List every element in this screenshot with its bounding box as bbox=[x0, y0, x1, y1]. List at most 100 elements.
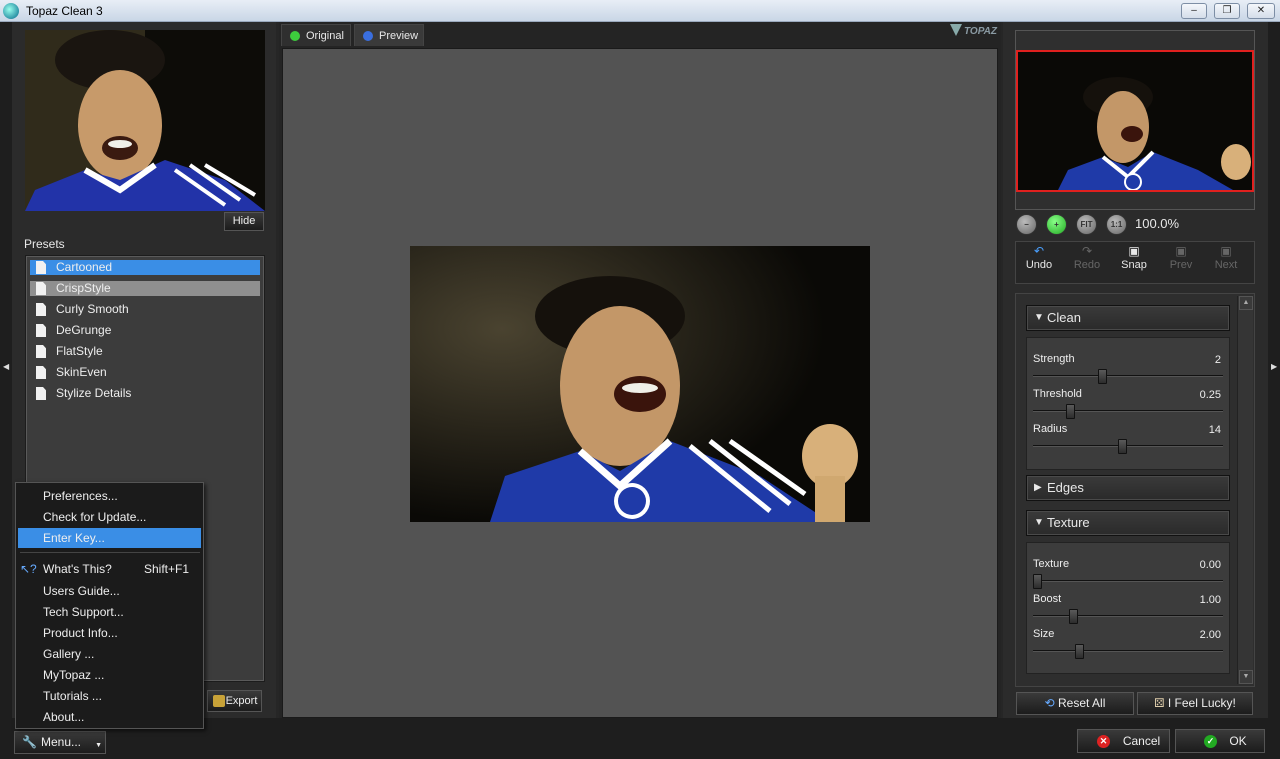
strength-value: 2 bbox=[1214, 354, 1221, 366]
blue-dot-icon bbox=[363, 31, 373, 41]
menu-item-tutorials[interactable]: Tutorials ... bbox=[18, 686, 201, 706]
texture-section: Texture 0.00 Boost 1.00 Size 2.00 bbox=[1026, 542, 1230, 674]
document-icon bbox=[36, 261, 46, 274]
strength-label: Strength bbox=[1033, 353, 1075, 365]
green-dot-icon bbox=[290, 31, 300, 41]
presets-label: Presets bbox=[24, 237, 65, 251]
menu-item-product-info[interactable]: Product Info... bbox=[18, 623, 201, 643]
radius-label: Radius bbox=[1033, 423, 1068, 435]
reset-all-button[interactable]: ⟲ Reset All bbox=[1016, 692, 1134, 715]
menu-item-about[interactable]: About... bbox=[18, 707, 201, 727]
ok-button[interactable]: ✓ OK bbox=[1175, 729, 1265, 753]
preset-item[interactable]: Stylize Details bbox=[30, 386, 260, 401]
clean-section-header[interactable]: ▼ Clean bbox=[1026, 305, 1230, 331]
texture-track[interactable] bbox=[1033, 580, 1223, 582]
next-button[interactable]: ▣ Next bbox=[1206, 245, 1246, 271]
menu-item-enter-key[interactable]: Enter Key... bbox=[18, 528, 201, 548]
document-icon bbox=[36, 387, 46, 400]
preset-item[interactable]: Cartooned bbox=[30, 260, 260, 275]
scroll-up-icon[interactable]: ▲ bbox=[1239, 296, 1253, 310]
prev-icon: ▣ bbox=[1175, 244, 1187, 258]
tab-original[interactable]: Original bbox=[281, 24, 351, 46]
threshold-value: 0.25 bbox=[1199, 389, 1221, 401]
document-icon bbox=[36, 324, 46, 337]
zoom-fit-button[interactable]: FIT bbox=[1076, 214, 1097, 235]
window-title: Topaz Clean 3 bbox=[26, 4, 103, 18]
menu-item-preferences[interactable]: Preferences... bbox=[18, 486, 201, 506]
dropdown-menu: Preferences... Check for Update... Enter… bbox=[15, 482, 204, 729]
title-bar: Topaz Clean 3 ‒ ❐ ✕ bbox=[0, 0, 1280, 22]
wrench-icon: 🔧 bbox=[22, 735, 37, 749]
cancel-button[interactable]: ✕ Cancel bbox=[1077, 729, 1170, 753]
prev-button[interactable]: ▣ Prev bbox=[1161, 245, 1201, 271]
document-icon bbox=[36, 303, 46, 316]
close-button[interactable]: ✕ bbox=[1247, 3, 1275, 19]
boost-label: Boost bbox=[1033, 593, 1062, 605]
radius-track[interactable] bbox=[1033, 445, 1223, 447]
cancel-icon: ✕ bbox=[1097, 735, 1110, 748]
maximize-button[interactable]: ❐ bbox=[1214, 3, 1240, 19]
texture-slider[interactable] bbox=[1033, 574, 1042, 589]
strength-slider[interactable] bbox=[1098, 369, 1108, 384]
topaz-logo: TOPAZ LABS bbox=[948, 22, 1027, 46]
undo-button[interactable]: ↶ Undo bbox=[1019, 245, 1059, 271]
menu-item-mytopaz[interactable]: MyTopaz ... bbox=[18, 665, 201, 685]
menu-item-gallery[interactable]: Gallery ... bbox=[18, 644, 201, 664]
radius-value: 14 bbox=[1208, 424, 1221, 436]
navigator-image[interactable] bbox=[1016, 50, 1254, 192]
reset-icon: ⟲ bbox=[1044, 696, 1059, 710]
check-icon: ✓ bbox=[1204, 735, 1217, 748]
radius-slider[interactable] bbox=[1118, 439, 1128, 454]
document-icon bbox=[36, 282, 46, 295]
undo-icon: ↶ bbox=[1033, 244, 1045, 258]
edges-section-header[interactable]: ▶ Edges bbox=[1026, 475, 1230, 501]
boost-value: 1.00 bbox=[1199, 594, 1221, 606]
right-collapse-handle[interactable]: ▶ bbox=[1268, 22, 1280, 718]
hide-button[interactable]: Hide bbox=[224, 212, 264, 231]
boost-track[interactable] bbox=[1033, 615, 1223, 617]
feel-lucky-button[interactable]: ⚄ I Feel Lucky! bbox=[1137, 692, 1253, 715]
expanded-triangle-icon: ▼ bbox=[1034, 517, 1044, 528]
threshold-track[interactable] bbox=[1033, 410, 1223, 412]
settings-scrollbar[interactable]: ▲ ▼ bbox=[1237, 296, 1253, 684]
redo-icon: ↷ bbox=[1081, 244, 1093, 258]
boost-slider[interactable] bbox=[1069, 609, 1079, 624]
menu-item-tech-support[interactable]: Tech Support... bbox=[18, 602, 201, 622]
collapsed-triangle-icon: ▶ bbox=[1034, 482, 1042, 493]
strength-track[interactable] bbox=[1033, 375, 1223, 377]
minimize-button[interactable]: ‒ bbox=[1181, 3, 1207, 19]
preset-item[interactable]: SkinEven bbox=[30, 365, 260, 380]
zoom-in-icon[interactable]: + bbox=[1046, 214, 1067, 235]
size-track[interactable] bbox=[1033, 650, 1223, 652]
scroll-down-icon[interactable]: ▼ bbox=[1239, 670, 1253, 684]
redo-button[interactable]: ↷ Redo bbox=[1067, 245, 1107, 271]
menu-item-users-guide[interactable]: Users Guide... bbox=[18, 581, 201, 601]
zoom-actual-button[interactable]: 1:1 bbox=[1106, 214, 1127, 235]
snap-button[interactable]: ▣ Snap bbox=[1114, 245, 1154, 271]
menu-button[interactable]: 🔧 Menu... ▼ bbox=[14, 731, 106, 754]
menu-separator bbox=[20, 552, 200, 553]
chevron-down-icon: ▼ bbox=[95, 742, 102, 749]
preset-item[interactable]: DeGrunge bbox=[30, 323, 260, 338]
preset-item[interactable]: CrispStyle bbox=[30, 281, 260, 296]
texture-section-header[interactable]: ▼ Texture bbox=[1026, 510, 1230, 536]
preset-item[interactable]: FlatStyle bbox=[30, 344, 260, 359]
menu-item-check-update[interactable]: Check for Update... bbox=[18, 507, 201, 527]
export-button[interactable]: Export bbox=[207, 690, 262, 712]
size-value: 2.00 bbox=[1199, 629, 1221, 641]
clean-section: Strength 2 Threshold 0.25 Radius 14 bbox=[1026, 337, 1230, 470]
tab-preview[interactable]: Preview bbox=[354, 24, 424, 46]
size-slider[interactable] bbox=[1074, 644, 1084, 659]
left-collapse-handle[interactable]: ◀ bbox=[0, 22, 12, 718]
menu-item-whats-this[interactable]: ↖? What's This? Shift+F1 bbox=[18, 559, 201, 579]
app-logo-icon bbox=[3, 3, 19, 19]
preview-image[interactable] bbox=[410, 246, 870, 522]
next-icon: ▣ bbox=[1220, 244, 1232, 258]
preset-item[interactable]: Curly Smooth bbox=[30, 302, 260, 317]
snap-icon: ▣ bbox=[1128, 244, 1140, 258]
zoom-out-icon[interactable]: − bbox=[1016, 214, 1037, 235]
texture-label: Texture bbox=[1033, 558, 1070, 570]
zoom-value: 100.0% bbox=[1135, 216, 1180, 231]
threshold-slider[interactable] bbox=[1065, 404, 1075, 419]
document-icon bbox=[36, 366, 46, 379]
